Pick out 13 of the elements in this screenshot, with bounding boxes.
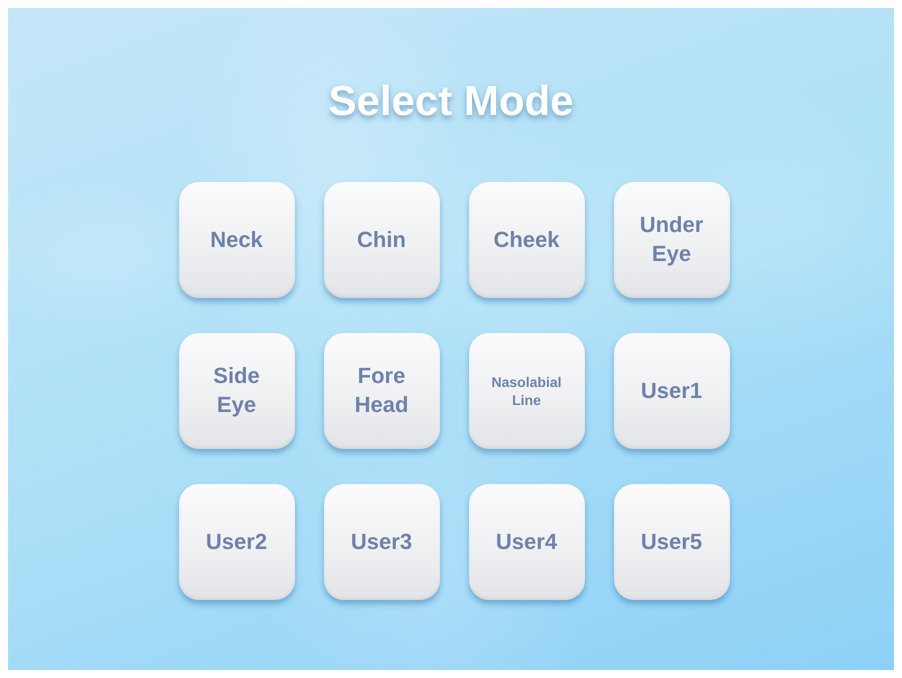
mode-button[interactable]: Fore Head [324, 333, 440, 449]
mode-button[interactable]: User3 [324, 484, 440, 600]
mode-button[interactable]: Neck [178, 182, 294, 298]
mode-button[interactable]: Under Eye [614, 182, 730, 298]
mode-button[interactable]: User5 [614, 484, 730, 600]
mode-button[interactable]: Side Eye [178, 333, 294, 449]
mode-button[interactable]: User1 [614, 333, 730, 449]
mode-button[interactable]: User4 [468, 484, 584, 600]
mode-button[interactable]: Chin [324, 182, 440, 298]
mode-button[interactable]: User2 [178, 484, 294, 600]
screen-title: Select Mode [328, 78, 574, 124]
mode-button[interactable]: Nasolabial Line [468, 333, 584, 449]
mode-button[interactable]: Cheek [468, 182, 584, 298]
